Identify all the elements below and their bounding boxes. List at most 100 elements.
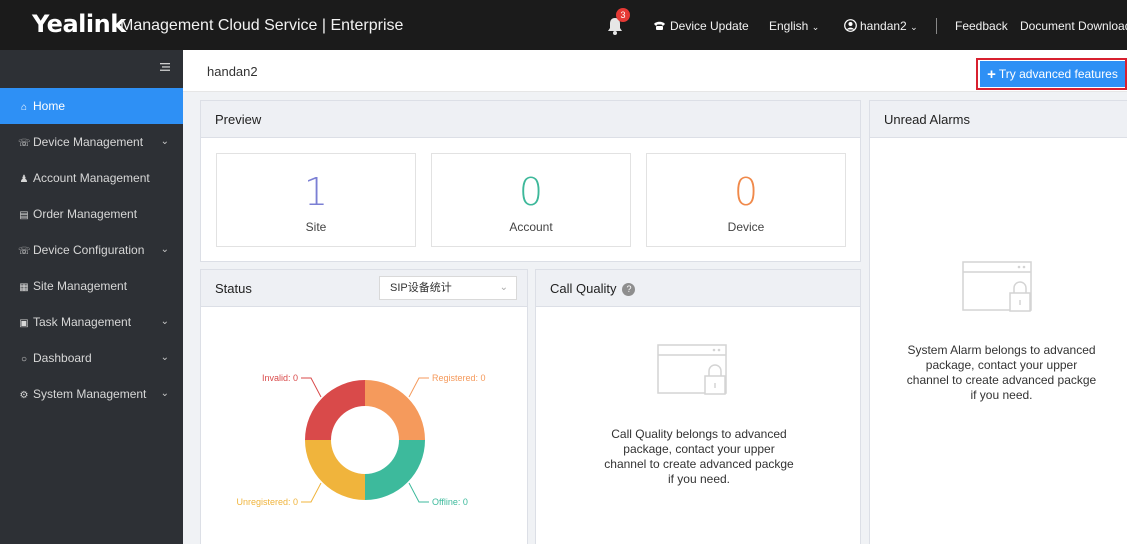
sidebar-item-account-management[interactable]: ♟ Account Management [0,160,183,196]
sidebar: ⌂ Home ☏ Device Management ⌄ ♟ Account Mana… [0,50,183,544]
status-type-select[interactable]: SIP设备统计 ⌄ [379,276,517,300]
top-bar: Yealink Management Cloud Service | Enter… [0,0,1127,50]
status-panel: Status SIP设备统计 ⌄ Invalid: 0 Registered: … [200,269,528,544]
plus-icon: + [987,66,996,83]
device-update-link[interactable]: Device Update [653,18,749,34]
device-label: Device [727,220,765,234]
sidebar-item-label: Order Management [33,207,138,221]
status-header: Status SIP设备统计 ⌄ [201,270,527,307]
invalid-label: Invalid: 0 [262,373,298,383]
message-line: channel to create advanced packge [604,457,794,471]
donut-segment-offline [365,440,425,500]
dashboard-icon: ○ [20,354,28,365]
empty-state-lock-icon [657,344,727,395]
sidebar-item-label: Site Management [33,279,128,293]
status-title: Status [215,281,252,296]
yealink-logo[interactable]: Yealink [32,10,126,38]
chevron-down-icon: ⌄ [910,22,918,32]
nav-divider [936,18,937,34]
sidebar-item-device-configuration[interactable]: ☏ Device Configuration ⌄ [0,232,183,268]
call-quality-header: Call Quality? [536,270,860,307]
message-line: System Alarm belongs to advanced [907,343,1096,357]
donut-segment-unregistered [305,440,365,500]
try-button-label: Try advanced features [998,67,1118,81]
message-line: Call Quality belongs to advanced [611,427,787,441]
account-label: Account [509,220,553,234]
donut-segment-registered [365,380,425,440]
user-icon: ♟ [19,174,29,185]
document-download-link[interactable]: Document Download [1020,18,1127,34]
sidebar-item-dashboard[interactable]: ○ Dashboard ⌄ [0,340,183,376]
message-line: package, contact your upper [925,358,1078,372]
chevron-down-icon: ⌄ [160,352,169,363]
sidebar-item-label: System Management [33,387,147,401]
message-line: channel to create advanced packge [906,373,1097,387]
document-icon: ▤ [19,210,29,221]
chevron-down-icon: ⌄ [160,388,169,399]
sidebar-item-order-management[interactable]: ▤ Order Management [0,196,183,232]
sidebar-item-label: Dashboard [33,351,92,365]
page-title: handan2 [207,64,258,79]
sidebar-item-label: Device Configuration [33,243,145,257]
device-update-label: Device Update [670,19,749,33]
message-line: package, contact your upper [623,442,775,456]
unread-alarms-panel: Unread Alarms System Alarm belongs to ad… [869,100,1127,544]
phone-icon: ☏ [18,246,31,257]
site-stat-card[interactable]: 1 Site [216,153,416,247]
feedback-link[interactable]: Feedback [955,18,1008,34]
sidebar-item-home[interactable]: ⌂ Home [0,88,183,124]
device-stat-card[interactable]: 0 Device [646,153,846,247]
phone-icon [654,21,665,30]
user-dropdown[interactable]: handan2 ⌄ [844,18,918,35]
call-quality-panel: Call Quality? Call Quality belongs to ad… [535,269,861,544]
sidebar-item-device-management[interactable]: ☏ Device Management ⌄ [0,124,183,160]
message-line: if you need. [970,388,1033,402]
sidebar-item-task-management[interactable]: ▣ Task Management ⌄ [0,304,183,340]
call-quality-empty-message: Call Quality belongs to advanced package… [536,427,862,487]
site-count: 1 [303,170,329,214]
username-label: handan2 [860,19,907,33]
phone-icon: ☏ [18,138,31,149]
account-count: 0 [518,170,544,214]
language-label: English [769,19,809,33]
menu-collapse-icon[interactable] [158,60,172,74]
site-label: Site [305,220,327,234]
chevron-down-icon: ⌄ [811,22,820,32]
call-quality-title: Call Quality [550,281,617,296]
device-count: 0 [733,170,759,214]
donut-segment-invalid [305,380,365,440]
offline-label: Offline: 0 [432,497,468,507]
help-icon[interactable]: ? [622,283,636,296]
registered-label: Registered: 0 [432,373,486,383]
gear-icon: ⚙ [19,390,29,401]
message-line: if you need. [667,472,731,486]
building-icon: ▦ [19,282,29,293]
chevron-down-icon: ⌄ [499,282,508,293]
user-circle-icon [844,19,857,32]
chevron-down-icon: ⌄ [160,136,169,147]
preview-panel: Preview 1 Site 0 Account 0 Device [200,100,861,262]
alarms-empty-message: System Alarm belongs to advanced package… [870,343,1127,403]
status-donut-chart: Invalid: 0 Registered: 0 Unregistered: 0… [236,373,486,507]
sidebar-item-site-management[interactable]: ▦ Site Management [0,268,183,304]
notification-badge: 3 [616,8,630,22]
unregistered-label: Unregistered: 0 [236,497,298,507]
status-select-value: SIP设备统计 [390,282,452,294]
sidebar-item-label: Task Management [33,315,132,329]
task-icon: ▣ [19,318,29,329]
chevron-down-icon: ⌄ [160,244,169,255]
sidebar-item-system-management[interactable]: ⚙ System Management ⌄ [0,376,183,412]
try-advanced-features-button[interactable]: + Try advanced features [980,61,1125,87]
page-header: handan2 + Try advanced features [183,50,1127,92]
sidebar-item-label: Device Management [33,135,144,149]
account-stat-card[interactable]: 0 Account [431,153,631,247]
app-title: Management Cloud Service | Enterprise [120,17,404,34]
preview-title: Preview [201,101,860,138]
sidebar-item-label: Home [33,99,66,113]
chevron-down-icon: ⌄ [160,316,169,327]
empty-state-lock-icon [962,261,1032,312]
sidebar-item-label: Account Management [33,171,150,185]
unread-alarms-title: Unread Alarms [870,101,1127,138]
home-icon: ⌂ [20,102,28,113]
language-dropdown[interactable]: English ⌄ [769,18,819,35]
